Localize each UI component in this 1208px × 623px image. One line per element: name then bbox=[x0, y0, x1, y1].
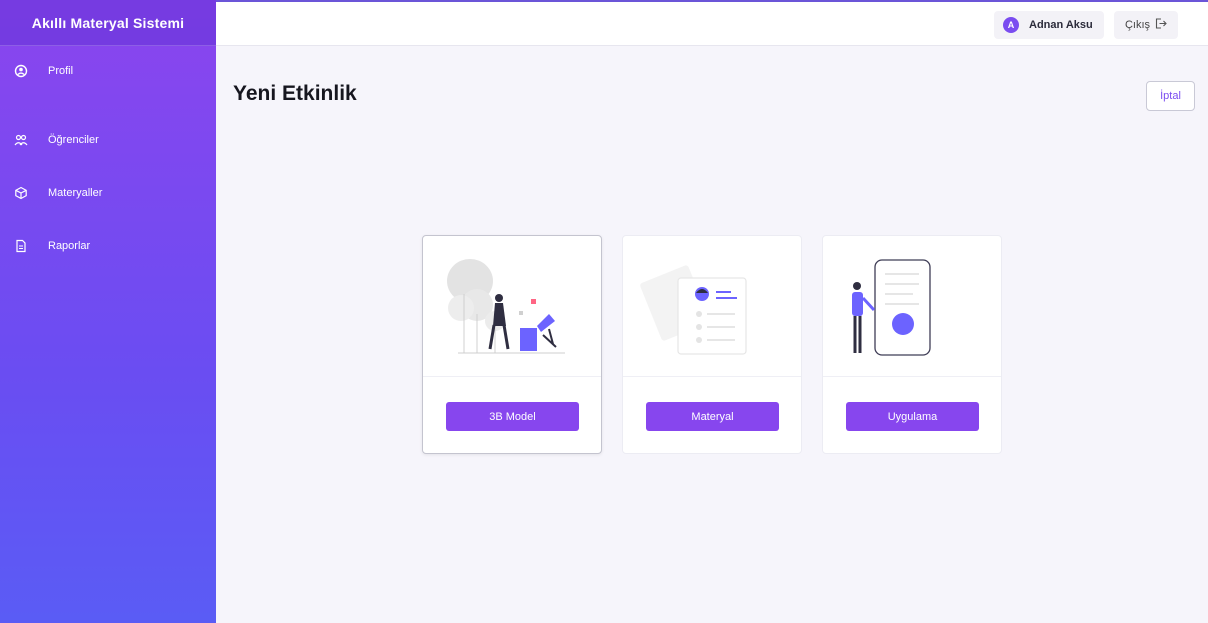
logout-label: Çıkış bbox=[1124, 19, 1151, 31]
document-icon bbox=[14, 239, 28, 253]
cancel-button[interactable]: İptal bbox=[1146, 81, 1195, 111]
user-name: Adnan Aksu bbox=[1029, 19, 1093, 31]
3d-model-illustration bbox=[423, 236, 601, 377]
avatar: A bbox=[1003, 17, 1019, 33]
mobile-app-illustration bbox=[823, 236, 1001, 377]
sidebar: Akıllı Materyal Sistemi Profil Öğrencile… bbox=[0, 0, 216, 623]
sidebar-nav: Profil Öğrenciler Materyaller Raporlar bbox=[0, 46, 216, 272]
user-circle-icon bbox=[14, 64, 28, 78]
topbar: A Adnan Aksu Çıkış bbox=[216, 0, 1208, 46]
sidebar-item-materyaller[interactable]: Materyaller bbox=[0, 166, 216, 219]
3d-model-button[interactable]: 3B Model bbox=[446, 402, 579, 431]
users-icon bbox=[14, 133, 28, 147]
page-title: Yeni Etkinlik bbox=[233, 82, 357, 105]
sidebar-item-label: Materyaller bbox=[48, 186, 103, 199]
app-title: Akıllı Materyal Sistemi bbox=[0, 0, 216, 46]
sidebar-item-label: Raporlar bbox=[48, 239, 91, 252]
user-menu[interactable]: A Adnan Aksu bbox=[994, 11, 1104, 39]
logout-button[interactable]: Çıkış bbox=[1114, 11, 1178, 39]
card-3d-model[interactable]: 3B Model bbox=[422, 235, 602, 454]
sidebar-item-profil[interactable]: Profil bbox=[0, 60, 216, 82]
card-app[interactable]: Uygulama bbox=[822, 235, 1002, 454]
app-button[interactable]: Uygulama bbox=[846, 402, 979, 431]
material-document-illustration bbox=[623, 236, 801, 377]
sidebar-item-label: Öğrenciler bbox=[48, 133, 99, 146]
material-button[interactable]: Materyal bbox=[646, 402, 779, 431]
card-material[interactable]: Materyal bbox=[622, 235, 802, 454]
cube-icon bbox=[14, 186, 28, 200]
sidebar-item-raporlar[interactable]: Raporlar bbox=[0, 219, 216, 272]
logout-icon bbox=[1150, 18, 1167, 32]
sidebar-item-label: Profil bbox=[48, 65, 74, 77]
sidebar-item-ogrenciler[interactable]: Öğrenciler bbox=[0, 113, 216, 166]
